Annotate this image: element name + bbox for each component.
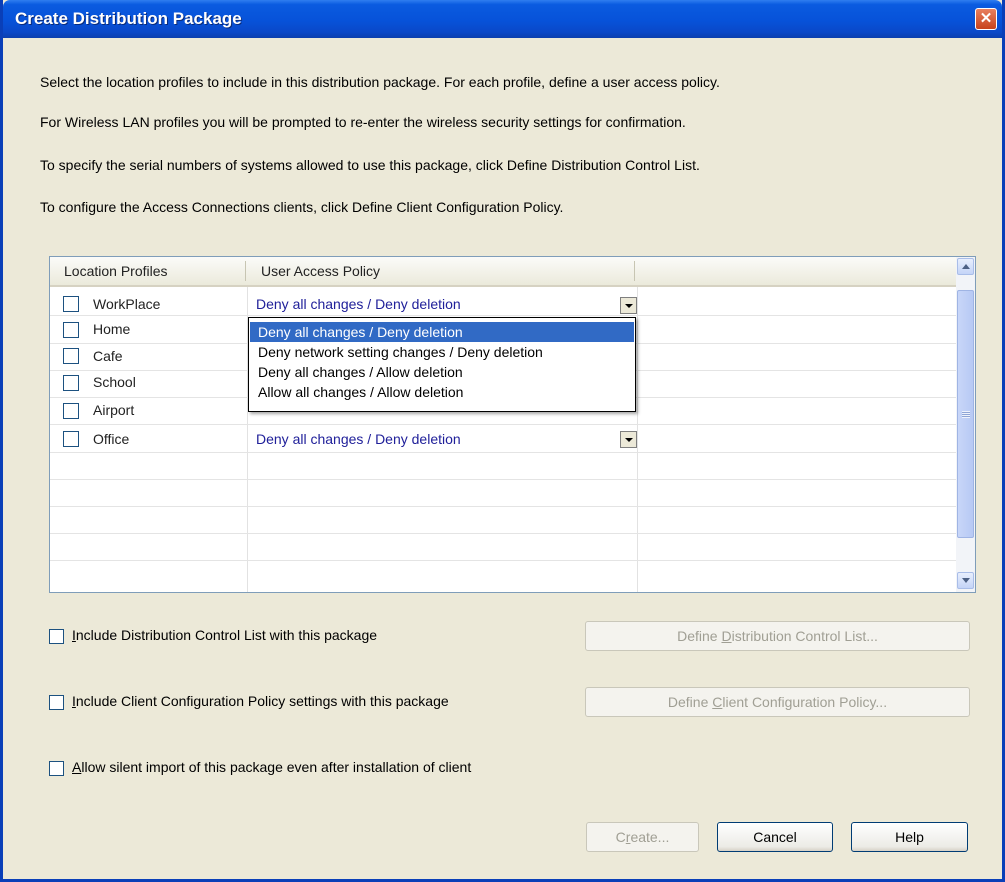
grid-line: [50, 533, 958, 534]
scrollbar-thumb[interactable]: [957, 290, 974, 538]
row-label-school: School: [93, 374, 136, 390]
include-dcl-checkbox[interactable]: [49, 629, 64, 644]
include-ccp-label-text: nclude Client Configuration Policy setti…: [75, 693, 449, 709]
policy-dropdown-button-office[interactable]: [620, 431, 637, 448]
cancel-button[interactable]: Cancel: [717, 822, 833, 852]
column-header-location-profiles[interactable]: Location Profiles: [64, 263, 168, 279]
instruction-text-2: For Wireless LAN profiles you will be pr…: [40, 114, 686, 130]
allow-silent-import-label-accesskey: A: [72, 759, 82, 775]
define-ccp-accesskey: C: [712, 694, 723, 710]
row-checkbox-school[interactable]: [63, 375, 79, 391]
scroll-up-icon[interactable]: [957, 258, 974, 275]
row-label-office: Office: [93, 431, 130, 447]
grid-divider: [637, 287, 638, 592]
grid-line: [50, 560, 958, 561]
define-dcl-accesskey: D: [721, 628, 732, 644]
row-checkbox-workplace[interactable]: [63, 296, 79, 312]
define-ccp-text-post: lient Configuration Policy...: [722, 694, 888, 710]
row-checkbox-home[interactable]: [63, 322, 79, 338]
grip-icon: [962, 411, 970, 418]
dropdown-option[interactable]: Allow all changes / Allow deletion: [250, 382, 634, 402]
define-ccp-text-pre: Define: [667, 694, 713, 710]
help-button[interactable]: Help: [851, 822, 968, 852]
instruction-text-3: To specify the serial numbers of systems…: [40, 157, 700, 173]
vertical-scrollbar[interactable]: [956, 257, 975, 592]
dropdown-option[interactable]: Deny all changes / Allow deletion: [250, 362, 634, 382]
scroll-down-icon[interactable]: [957, 572, 974, 589]
grid-line: [50, 452, 958, 453]
instruction-text-4: To configure the Access Connections clie…: [40, 199, 564, 215]
create-text-pre: C: [615, 829, 626, 845]
define-dcl-text-post: istribution Control List...: [731, 628, 878, 644]
row-label-airport: Airport: [93, 402, 135, 418]
dropdown-option[interactable]: Deny network setting changes / Deny dele…: [250, 342, 634, 362]
grid-line: [50, 506, 958, 507]
allow-silent-import-checkbox[interactable]: [49, 761, 64, 776]
grid-line: [50, 479, 958, 480]
define-dcl-text-pre: Define: [677, 628, 722, 644]
row-checkbox-airport[interactable]: [63, 403, 79, 419]
title-bar[interactable]: Create Distribution Package ✕: [3, 0, 1002, 38]
column-separator[interactable]: [245, 261, 246, 281]
include-dcl-label[interactable]: Include Distribution Control List with t…: [72, 627, 377, 643]
row-label-cafe: Cafe: [93, 348, 123, 364]
column-header-user-access-policy[interactable]: User Access Policy: [261, 263, 380, 279]
include-ccp-checkbox[interactable]: [49, 695, 64, 710]
policy-value-office[interactable]: Deny all changes / Deny deletion: [256, 431, 461, 447]
dropdown-option-selected[interactable]: Deny all changes / Deny deletion: [250, 322, 634, 342]
row-checkbox-office[interactable]: [63, 431, 79, 447]
column-separator[interactable]: [634, 261, 635, 281]
include-ccp-label[interactable]: Include Client Configuration Policy sett…: [72, 693, 449, 709]
grid-header: Location Profiles User Access Policy: [50, 257, 958, 287]
policy-value-workplace[interactable]: Deny all changes / Deny deletion: [256, 296, 461, 312]
close-icon[interactable]: ✕: [975, 8, 997, 30]
policy-dropdown-list: Deny all changes / Deny deletion Deny ne…: [248, 317, 636, 412]
grid-line: [50, 424, 958, 425]
row-label-home: Home: [93, 321, 131, 337]
define-distribution-control-list-button[interactable]: Define Distribution Control List...: [585, 621, 970, 651]
row-label-workplace: WorkPlace: [93, 296, 161, 312]
allow-silent-import-label[interactable]: Allow silent import of this package even…: [72, 759, 471, 775]
dialog-title: Create Distribution Package: [15, 9, 242, 28]
create-distribution-package-dialog: Create Distribution Package ✕ Select the…: [0, 0, 1005, 882]
create-button[interactable]: Create...: [586, 822, 699, 852]
grid-line: [50, 315, 958, 316]
row-checkbox-cafe[interactable]: [63, 348, 79, 364]
create-text-post: eate...: [630, 829, 670, 845]
allow-silent-import-label-text: llow silent import of this package even …: [81, 759, 472, 775]
instruction-text-1: Select the location profiles to include …: [40, 74, 720, 90]
define-client-configuration-policy-button[interactable]: Define Client Configuration Policy...: [585, 687, 970, 717]
policy-dropdown-button-workplace[interactable]: [620, 297, 637, 314]
location-profiles-grid: Location Profiles User Access Policy Wor…: [49, 256, 976, 593]
include-dcl-label-text: nclude Distribution Control List with th…: [75, 627, 378, 643]
